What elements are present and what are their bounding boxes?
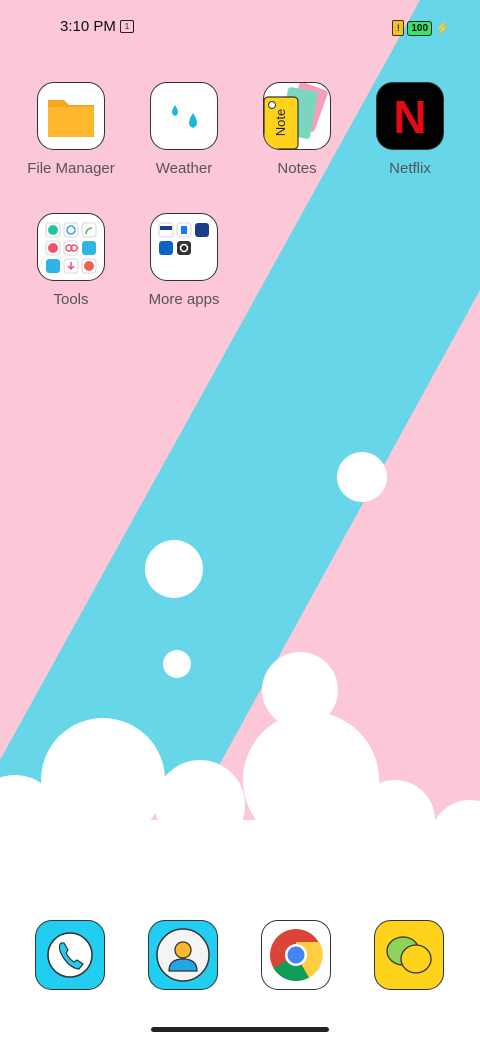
- contacts-icon: [156, 928, 210, 982]
- status-icons: ! 100 ⚡: [392, 20, 450, 36]
- app-file-manager[interactable]: File Manager: [21, 82, 121, 177]
- dock-phone-button[interactable]: [35, 920, 105, 990]
- notes-icon-text: Note: [273, 108, 289, 137]
- tools-folder-icon: [37, 213, 105, 281]
- calendar-notification-icon: 1: [120, 20, 134, 33]
- app-netflix[interactable]: N Netflix: [360, 82, 460, 177]
- netflix-icon: N: [376, 82, 444, 150]
- more-apps-folder-icon: [150, 213, 218, 281]
- app-label: Notes: [277, 160, 317, 177]
- netflix-logo: N: [393, 91, 427, 143]
- phone-icon: [47, 932, 93, 978]
- home-gesture-bar[interactable]: [151, 1027, 329, 1032]
- app-label: Weather: [155, 160, 213, 177]
- app-label: File Manager: [27, 160, 115, 177]
- app-label: Tools: [53, 291, 89, 308]
- app-weather[interactable]: Weather: [134, 82, 234, 177]
- app-tools-folder[interactable]: Tools: [21, 213, 121, 308]
- chat-bubbles-icon: [386, 936, 432, 974]
- notes-icon: Note: [263, 82, 331, 150]
- chrome-icon: [270, 929, 323, 981]
- clock: 3:10 PM: [60, 18, 116, 35]
- app-label: Netflix: [389, 160, 431, 177]
- dock-chrome-button[interactable]: [261, 920, 331, 990]
- app-more-apps-folder[interactable]: More apps: [134, 213, 234, 308]
- battery-warning-icon: !: [392, 20, 405, 36]
- app-label: More apps: [148, 291, 220, 308]
- dock-messaging-button[interactable]: [374, 920, 444, 990]
- status-bar: 3:10 PM 1 ! 100 ⚡: [0, 0, 480, 56]
- dock-contacts-button[interactable]: [148, 920, 218, 990]
- battery-icon: 100: [407, 20, 433, 36]
- weather-drops-icon: [150, 82, 218, 150]
- charging-icon: ⚡: [435, 21, 450, 35]
- folder-icon: [37, 82, 105, 150]
- app-notes[interactable]: Note Notes: [247, 82, 347, 177]
